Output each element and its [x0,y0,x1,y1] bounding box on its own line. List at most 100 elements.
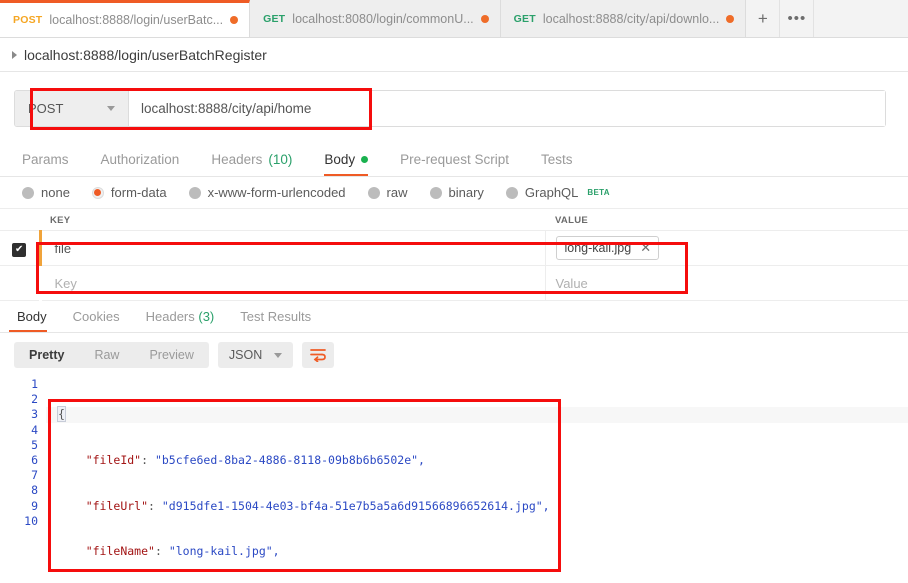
request-tab-1-title: localhost:8888/login/userBatc... [49,13,224,27]
response-format-select[interactable]: JSON [217,342,294,368]
response-tab-headers[interactable]: Headers (3) [133,309,228,332]
line-number: 1 [31,377,38,391]
tab-tests-label: Tests [540,152,573,167]
body-type-form-data[interactable]: form-data [91,185,167,200]
json-key-fileId: "fileId" [85,453,142,468]
response-tab-test-results[interactable]: Test Results [227,309,324,332]
line-number: 2 [31,392,38,407]
response-tab-headers-count: (3) [198,309,215,324]
radio-icon [22,186,34,199]
body-present-dot-icon [361,156,369,163]
file-chip[interactable]: long-kail.jpg ✕ [555,236,660,260]
view-mode-raw[interactable]: Raw [79,342,134,368]
response-tab-cookies[interactable]: Cookies [60,309,133,332]
tab-authorization[interactable]: Authorization [85,152,196,176]
tab-authorization-label: Authorization [100,152,180,167]
close-icon[interactable]: ✕ [640,240,651,256]
request-tab-1[interactable]: POST localhost:8888/login/userBatc... [0,0,251,37]
code-line-numbers: 1 2 3 4 5 6 7 8 9 10 [0,377,46,583]
request-tab-2-method: GET [263,12,286,25]
response-tab-body[interactable]: Body [4,309,60,332]
body-type-form-data-label: form-data [110,185,167,200]
request-url-input[interactable]: localhost:8888/city/api/home [129,91,885,126]
code-line-1: { [46,406,908,423]
body-type-binary[interactable]: binary [429,185,484,200]
checkbox-checked-icon: ✔ [12,242,27,257]
unsaved-dot-icon [230,16,239,24]
line-number: 7 [31,468,38,483]
chevron-down-icon [107,106,115,111]
request-tab-1-method: POST [13,14,43,26]
code-content: { "fileId": "b5cfe6ed-8ba2-4886-8118-09b… [46,377,908,583]
wrap-text-button[interactable] [302,342,335,368]
body-type-urlencoded[interactable]: x-www-form-urlencoded [188,185,346,200]
response-tab-cookies-label: Cookies [72,309,120,324]
line-number: 4 [31,422,38,437]
table-row-empty[interactable]: Key Value [0,265,908,301]
breadcrumb: localhost:8888/login/userBatchRegister [0,38,908,72]
table-row[interactable]: ✔ file long-kail.jpg ✕ [0,230,908,266]
url-bar: POST localhost:8888/city/api/home [14,90,886,127]
tab-pre-request-script[interactable]: Pre-request Script [384,152,525,176]
view-mode-pretty[interactable]: Pretty [14,342,79,368]
radio-icon [188,186,201,199]
tab-params[interactable]: Params [14,152,85,176]
code-line-2: "fileId": "b5cfe6ed-8ba2-4886-8118-09b8b… [85,453,425,468]
line-number: 10 [24,513,38,528]
response-body-code[interactable]: 1 2 3 4 5 6 7 8 9 10 { "fileId": "b5cfe6… [0,375,908,583]
response-view-toolbar: Pretty Raw Preview JSON [0,333,908,375]
radio-selected-icon [91,186,104,199]
body-type-graphql[interactable]: GraphQL BETA [505,185,610,200]
chevron-right-icon[interactable] [12,50,17,59]
beta-badge: BETA [587,188,610,197]
url-bar-area: POST localhost:8888/city/api/home [0,72,908,143]
breadcrumb-label: localhost:8888/login/userBatchRegister [24,46,267,63]
response-format-value: JSON [228,348,263,362]
body-type-raw[interactable]: raw [367,185,408,200]
request-tab-3[interactable]: GET localhost:8888/city/api/downlo... [500,0,747,37]
unsaved-dot-icon [480,14,489,23]
row-enabled-checkbox-empty[interactable] [0,265,40,301]
body-type-none[interactable]: none [22,185,70,200]
view-mode-preview[interactable]: Preview [134,342,208,368]
response-tab-headers-label: Headers [145,309,195,324]
tab-pre-request-script-label: Pre-request Script [400,152,509,167]
tab-headers-label: Headers [211,152,263,167]
code-line-4: "fileName": "long-kail.jpg", [85,544,280,559]
response-tab-body-label: Body [17,309,47,324]
line-number: 3 [31,407,38,422]
tab-headers[interactable]: Headers (10) [195,152,308,176]
tab-tests[interactable]: Tests [525,152,589,176]
row-key-input-empty[interactable]: Key [40,265,546,301]
body-type-urlencoded-label: x-www-form-urlencoded [207,185,346,200]
chevron-down-icon [274,352,283,358]
tab-body[interactable]: Body [308,152,384,176]
json-key-fileUrl: "fileUrl" [85,498,149,513]
method-select[interactable]: POST [15,91,129,126]
file-chip-name: long-kail.jpg [564,241,632,255]
tab-options-button[interactable]: ••• [780,0,815,37]
line-number: 8 [31,483,38,498]
row-enabled-checkbox[interactable]: ✔ [0,230,40,266]
line-number: 6 [31,453,38,468]
row-key-input[interactable]: file [38,230,546,266]
tab-body-label: Body [324,152,356,167]
request-tab-2-title: localhost:8080/login/commonU... [292,11,474,26]
row-value-cell[interactable]: long-kail.jpg ✕ [545,230,908,266]
new-tab-button[interactable]: + [746,0,781,37]
request-tab-2[interactable]: GET localhost:8080/login/commonU... [250,0,501,37]
request-section-tabs: Params Authorization Headers (10) Body P… [0,143,908,177]
tab-tools: + ••• [746,0,815,37]
method-select-value: POST [28,101,64,116]
request-tab-3-method: GET [513,12,536,25]
radio-icon [505,186,518,199]
request-tab-3-title: localhost:8888/city/api/downlo... [542,11,720,26]
body-type-raw-label: raw [386,185,408,200]
row-value-input-empty[interactable]: Value [545,265,908,301]
json-value-fileId: "b5cfe6ed-8ba2-4886-8118-09b8b6b6502e", [154,453,425,468]
header-key: KEY [40,209,545,231]
response-section-tabs: Body Cookies Headers (3) Test Results [0,301,908,333]
body-type-radio-group: none form-data x-www-form-urlencoded raw… [0,177,908,209]
tab-strip-filler [814,0,908,37]
json-key-fileName: "fileName" [85,544,155,559]
